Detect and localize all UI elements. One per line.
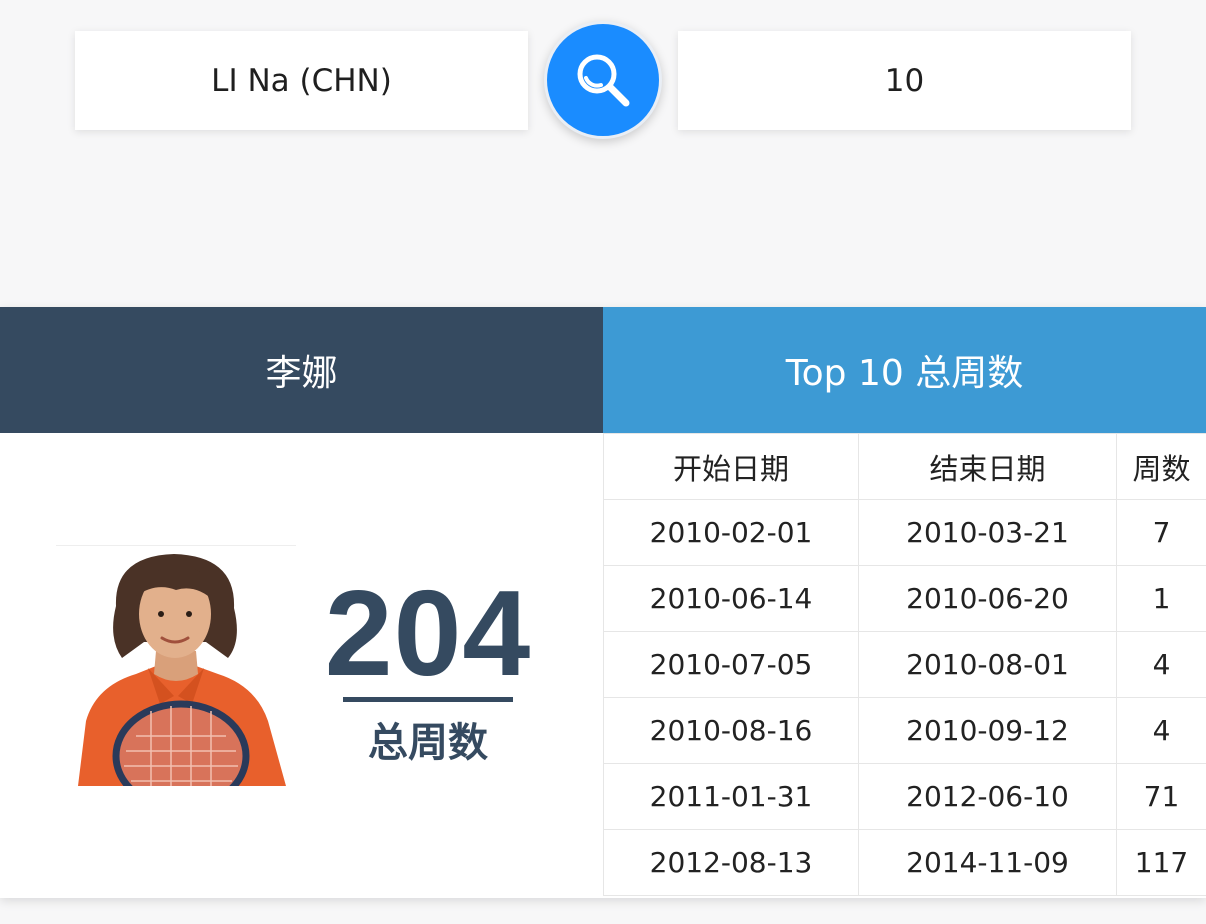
player-input[interactable]: LI Na (CHN): [75, 31, 528, 130]
start-date-cell: 2012-08-13: [603, 829, 859, 896]
total-weeks-block: 204 总周数: [308, 565, 548, 768]
end-date-cell: 2014-11-09: [858, 829, 1117, 896]
start-date-cell: 2010-08-16: [603, 697, 859, 764]
weeks-table-panel: 开始日期 结束日期 周数 2010-02-01 2010-03-21 7 201…: [603, 433, 1206, 898]
player-photo: [56, 545, 296, 812]
end-date-cell: 2010-03-21: [858, 499, 1117, 566]
weeks-cell: 7: [1116, 499, 1206, 566]
start-date-cell: 2011-01-31: [603, 763, 859, 830]
rank-input-value: 10: [884, 62, 925, 99]
weeks-cell: 4: [1116, 697, 1206, 764]
search-bar: LI Na (CHN) 10: [0, 0, 1206, 160]
end-date-cell: 2012-06-10: [858, 763, 1117, 830]
weeks-cell: 71: [1116, 763, 1206, 830]
start-date-cell: 2010-07-05: [603, 631, 859, 698]
rank-input[interactable]: 10: [678, 31, 1131, 130]
weeks-cell: 117: [1116, 829, 1206, 896]
search-icon: [577, 54, 630, 107]
column-header-weeks: 周数: [1116, 433, 1206, 500]
search-button[interactable]: [544, 21, 662, 139]
total-weeks-label: 总周数: [368, 720, 488, 766]
column-header-end-date: 结束日期: [858, 433, 1117, 500]
start-date-cell: 2010-02-01: [603, 499, 859, 566]
end-date-cell: 2010-09-12: [858, 697, 1117, 764]
table-row: 2010-07-05 2010-08-01 4: [603, 631, 1206, 698]
end-date-cell: 2010-08-01: [858, 631, 1117, 698]
column-header-start-date: 开始日期: [603, 433, 859, 500]
total-weeks-value: 204: [324, 565, 532, 701]
table-row: 2012-08-13 2014-11-09 117: [603, 829, 1206, 896]
table-row: 2011-01-31 2012-06-10 71: [603, 763, 1206, 830]
player-name: 李娜: [265, 353, 338, 394]
table-row: 2010-06-14 2010-06-20 1: [603, 565, 1206, 632]
end-date-cell: 2010-06-20: [858, 565, 1117, 632]
summary-panel: 204 总周数: [0, 433, 603, 898]
weeks-cell: 1: [1116, 565, 1206, 632]
table-row: 2010-02-01 2010-03-21 7: [603, 499, 1206, 566]
ranking-card: 李娜 Top 10 总周数 204 总周数 开始日期 结束日期 周数 2010-…: [0, 307, 1206, 898]
stat-title-header: Top 10 总周数: [603, 307, 1206, 433]
start-date-cell: 2010-06-14: [603, 565, 859, 632]
stat-title: Top 10 总周数: [785, 353, 1024, 394]
player-input-value: LI Na (CHN): [211, 62, 392, 99]
weeks-table: 开始日期 结束日期 周数 2010-02-01 2010-03-21 7 201…: [603, 433, 1206, 896]
weeks-cell: 4: [1116, 631, 1206, 698]
table-row: 2010-08-16 2010-09-12 4: [603, 697, 1206, 764]
player-name-header: 李娜: [0, 307, 603, 433]
table-header-row: 开始日期 结束日期 周数: [603, 433, 1206, 500]
card-header: 李娜 Top 10 总周数: [0, 307, 1206, 433]
